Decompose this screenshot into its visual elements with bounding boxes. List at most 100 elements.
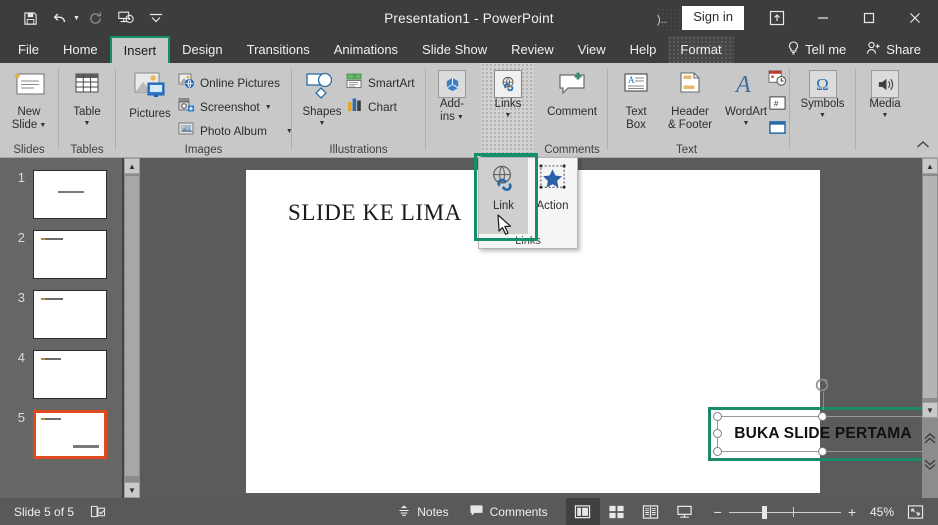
new-slide-button[interactable]: New Slide ▼ [6,71,52,132]
slide-title-text[interactable]: SLIDE KE LIMA [288,200,462,226]
tab-design[interactable]: Design [170,36,234,63]
shapes-caret-icon[interactable]: ▼ [319,120,326,127]
collapse-ribbon-button[interactable] [916,139,930,153]
comments-button[interactable]: Comments [459,498,558,525]
tab-insert[interactable]: Insert [109,36,171,63]
thumbnail-image-5[interactable] [33,410,107,459]
thumbnail-slide-3[interactable]: 3 [0,290,122,350]
slide-vertical-scrollbar[interactable]: ▲ ▼ [922,158,938,498]
links-button[interactable]: Links ▼ [485,70,531,119]
reading-view-button[interactable] [634,498,668,525]
tab-home[interactable]: Home [51,36,110,63]
accessibility-checker-icon[interactable] [84,498,112,525]
thumbnail-image-1[interactable] [33,170,107,219]
thumbnail-scroll-thumb[interactable] [125,176,139,476]
screenshot-button[interactable]: Screenshot ▼ [178,97,272,116]
thumbnail-slide-2[interactable]: 2 [0,230,122,290]
thumbnail-scrollbar[interactable]: ▲ ▼ [124,158,140,498]
thumbnail-image-2[interactable] [33,230,107,279]
online-pictures-button[interactable]: Online Pictures [178,73,280,92]
text-box-button[interactable]: A Text Box [614,71,658,132]
addins-button[interactable]: Add- ins ▼ [429,70,475,124]
symbols-button[interactable]: Ω Symbols ▼ [794,70,851,119]
smartart-button[interactable]: SmartArt [346,73,415,92]
zoom-in-button[interactable]: + [848,504,856,520]
slide-number-icon[interactable]: # [768,95,787,117]
new-slide-caret-icon[interactable]: ▼ [39,122,46,129]
table-caret-icon[interactable]: ▼ [84,120,91,127]
previous-slide-icon[interactable] [922,430,938,446]
rotation-handle-icon[interactable] [814,376,832,394]
slide-show-view-button[interactable] [668,498,702,525]
customize-qat-icon[interactable] [142,4,170,32]
scroll-up-icon[interactable]: ▲ [922,158,938,174]
thumbnail-slide-1[interactable]: 1 [0,170,122,230]
tell-me-button[interactable]: Tell me [778,36,855,63]
slide-sorter-view-button[interactable] [600,498,634,525]
thumbnail-scroll-up-icon[interactable]: ▲ [124,158,140,174]
zoom-control[interactable]: − + [708,504,862,520]
handle-bottom-center[interactable] [818,447,827,456]
media-label: Media [869,98,901,110]
chart-button[interactable]: Chart [346,97,397,116]
date-time-icon[interactable] [768,69,787,92]
tab-transitions[interactable]: Transitions [235,36,322,63]
object-icon[interactable] [768,120,787,141]
thumbnail-scroll-down-icon[interactable]: ▼ [124,482,140,498]
links-caret-icon[interactable]: ▼ [505,112,512,119]
fit-slide-to-window-icon[interactable] [898,498,932,525]
zoom-slider[interactable] [728,505,841,519]
handle-bottom-left[interactable] [713,447,722,456]
normal-view-button[interactable] [565,498,600,525]
wordart-caret-icon[interactable]: ▼ [743,120,750,127]
thumbnail-slide-4[interactable]: 4 [0,350,122,410]
header-footer-label-1: Header [671,105,709,118]
minimize-icon[interactable] [800,0,846,36]
tab-review[interactable]: Review [499,36,566,63]
text-box-value[interactable]: BUKA SLIDE PERTAMA [734,425,912,443]
screenshot-caret-icon[interactable]: ▼ [265,104,272,111]
pictures-button[interactable]: Pictures [122,71,178,121]
symbols-caret-icon[interactable]: ▼ [819,112,826,119]
save-icon[interactable] [16,4,44,32]
undo-dropdown-caret-icon[interactable]: ▼ [73,15,80,22]
close-icon[interactable] [892,0,938,36]
selected-text-box[interactable]: BUKA SLIDE PERTAMA [708,378,938,461]
sign-in-button[interactable]: Sign in [682,6,744,30]
tab-slide-show[interactable]: Slide Show [410,36,499,63]
handle-top-left[interactable] [713,412,722,421]
tab-format[interactable]: Format [668,36,734,63]
next-slide-icon[interactable] [922,456,938,472]
start-presentation-icon[interactable] [112,4,140,32]
shapes-button[interactable]: Shapes ▼ [296,71,348,127]
tab-help[interactable]: Help [618,36,669,63]
thumbnail-image-3[interactable] [33,290,107,339]
tab-file[interactable]: File [6,36,51,63]
notes-button[interactable]: Notes [387,498,458,525]
zoom-slider-handle[interactable] [762,505,768,519]
undo-icon[interactable] [46,4,74,32]
maximize-icon[interactable] [846,0,892,36]
wordart-button[interactable]: A WordArt ▼ [721,71,771,127]
media-caret-icon[interactable]: ▼ [882,112,889,119]
thumbnail-slide-5[interactable]: 5 [0,410,122,470]
photo-album-button[interactable]: Photo Album ▼ [178,121,293,140]
handle-middle-left[interactable] [713,429,722,438]
vertical-scroll-thumb[interactable] [923,176,937,398]
addins-caret-icon[interactable]: ▼ [457,114,464,121]
zoom-out-button[interactable]: − [714,504,722,520]
media-button[interactable]: Media ▼ [860,70,910,119]
slide-counter[interactable]: Slide 5 of 5 [0,498,84,525]
handle-top-center[interactable] [818,412,827,421]
scroll-down-icon[interactable]: ▼ [922,402,938,418]
comment-button[interactable]: Comment [541,71,603,119]
thumbnail-image-4[interactable] [33,350,107,399]
tab-view[interactable]: View [566,36,618,63]
tab-animations[interactable]: Animations [322,36,410,63]
zoom-level-label[interactable]: 45% [862,505,894,519]
ribbon-display-options-icon[interactable] [754,0,800,36]
header-footer-button[interactable]: Header & Footer [658,71,722,132]
share-button[interactable]: Share [857,36,930,63]
table-button[interactable]: Table ▼ [65,71,109,127]
menu-item-action[interactable]: Action [528,158,577,234]
